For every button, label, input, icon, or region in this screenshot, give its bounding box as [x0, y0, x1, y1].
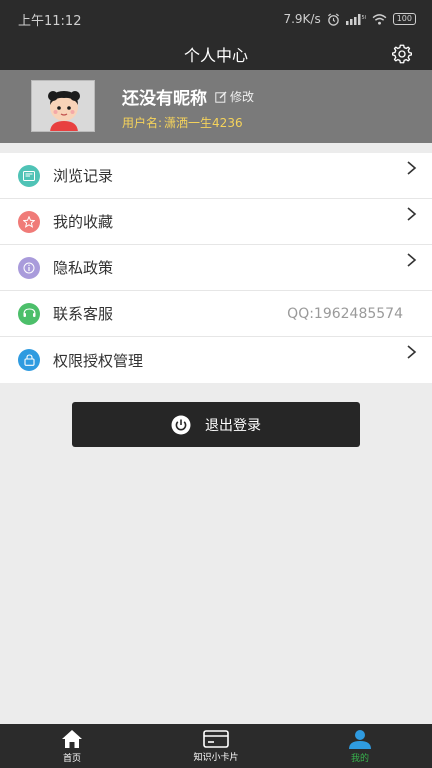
menu-item-favorites[interactable]: 我的收藏	[0, 199, 432, 245]
nav-bar: 个人中心	[0, 38, 432, 70]
tab-label: 知识小卡片	[193, 752, 239, 763]
edit-label: 修改	[230, 90, 255, 104]
customer-service-icon	[18, 302, 40, 325]
username-row: 用户名: 潇洒一生4236	[122, 114, 254, 131]
customer-service-qq: QQ:1962485574	[287, 305, 403, 322]
tab-knowledge-cards[interactable]: 知识小卡片	[144, 724, 288, 768]
home-icon	[62, 729, 82, 748]
menu-item-label: 浏览记录	[53, 167, 114, 185]
menu-item-permissions[interactable]: 权限授权管理	[0, 337, 432, 383]
signal-icon: 5G	[345, 13, 366, 25]
status-bar: 上午11:12 7.9K/s 5G 100	[0, 0, 432, 38]
power-icon	[171, 415, 191, 434]
chevron-right-icon	[407, 253, 417, 267]
edit-nickname-button[interactable]: 修改	[215, 88, 254, 105]
menu-item-label: 联系客服	[53, 305, 114, 323]
info-icon	[18, 256, 40, 279]
lock-icon	[18, 349, 40, 371]
settings-button[interactable]	[390, 42, 414, 66]
nickname: 还没有昵称	[122, 89, 207, 109]
tab-label: 首页	[62, 753, 81, 764]
chevron-right-icon	[407, 161, 417, 175]
history-icon	[18, 164, 40, 187]
svg-text:5G: 5G	[361, 15, 366, 21]
logout-button[interactable]: 退出登录	[72, 402, 360, 447]
tab-label: 我的	[350, 753, 369, 764]
menu-item-privacy[interactable]: 隐私政策	[0, 245, 432, 291]
bottom-tab-bar: 首页 知识小卡片 我的	[0, 724, 432, 768]
alarm-icon	[327, 12, 339, 26]
gear-icon	[392, 44, 412, 64]
username-value: 潇洒一生4236	[164, 116, 243, 130]
chevron-right-icon	[407, 207, 417, 221]
tab-home[interactable]: 首页	[0, 724, 144, 768]
status-indicators: 7.9K/s 5G 100	[283, 12, 416, 26]
menu-item-label: 隐私政策	[53, 259, 114, 277]
user-icon	[349, 729, 371, 749]
menu-item-history[interactable]: 浏览记录	[0, 153, 432, 199]
avatar-illustration-icon	[32, 81, 94, 131]
profile-header: 还没有昵称 修改 用户名: 潇洒一生4236	[0, 70, 432, 143]
username-label: 用户名:	[122, 116, 163, 130]
chevron-right-icon	[407, 345, 417, 359]
star-icon	[18, 210, 40, 233]
status-time: 上午11:12	[18, 13, 82, 29]
battery-icon: 100	[392, 13, 416, 25]
profile-info: 还没有昵称 修改 用户名: 潇洒一生4236	[122, 84, 254, 131]
menu-item-label: 权限授权管理	[53, 351, 144, 370]
nickname-row: 还没有昵称 修改	[122, 84, 254, 109]
network-speed: 7.9K/s	[283, 12, 321, 26]
card-icon	[203, 729, 229, 748]
avatar[interactable]	[31, 80, 95, 132]
logout-label: 退出登录	[205, 417, 261, 434]
menu-item-label: 我的收藏	[53, 213, 114, 231]
menu-list: 浏览记录 我的收藏 隐私政策 联系客服 QQ:1962485574 权限授权管理	[0, 153, 432, 383]
page-title: 个人中心	[183, 46, 248, 65]
edit-icon	[215, 91, 227, 103]
wifi-icon	[372, 13, 387, 25]
menu-item-customer-service[interactable]: 联系客服 QQ:1962485574	[0, 291, 432, 337]
tab-mine[interactable]: 我的	[288, 724, 432, 768]
